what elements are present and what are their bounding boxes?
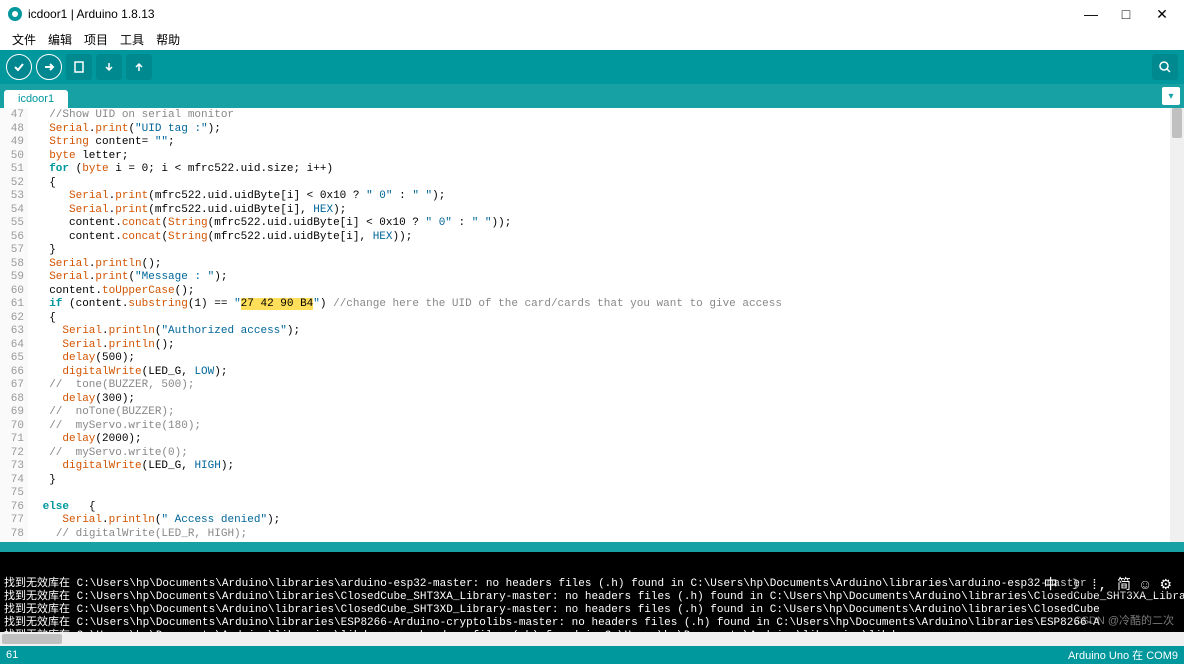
titlebar: icdoor1 | Arduino 1.8.13 — □ ✕ bbox=[0, 0, 1184, 28]
menubar: 文件 编辑 项目 工具 帮助 bbox=[0, 28, 1184, 50]
open-button[interactable] bbox=[96, 54, 122, 80]
tabbar: icdoor1 ▾ bbox=[0, 84, 1184, 108]
menu-help[interactable]: 帮助 bbox=[152, 31, 184, 48]
menu-edit[interactable]: 编辑 bbox=[44, 31, 76, 48]
window-title: icdoor1 | Arduino 1.8.13 bbox=[28, 7, 1084, 21]
close-button[interactable]: ✕ bbox=[1156, 8, 1168, 20]
minimize-button[interactable]: — bbox=[1084, 8, 1096, 20]
status-line-number: 61 bbox=[6, 649, 18, 661]
ime-punct-icon[interactable]: ⁞, bbox=[1090, 580, 1107, 593]
ime-gear-icon[interactable]: ⚙ bbox=[1159, 580, 1172, 593]
console-output[interactable]: 找到无效库在 C:\Users\hp\Documents\Arduino\lib… bbox=[0, 552, 1184, 632]
app-icon bbox=[8, 7, 22, 21]
window-controls: — □ ✕ bbox=[1084, 8, 1168, 20]
status-board-port: Arduino Uno 在 COM9 bbox=[1068, 647, 1178, 663]
ime-lang-icon[interactable]: 中 bbox=[1044, 580, 1058, 593]
menu-file[interactable]: 文件 bbox=[8, 31, 40, 48]
ime-face-icon[interactable]: ☺ bbox=[1141, 580, 1149, 593]
ime-overlay: 中 ☽ ⁞, 简 ☺ ⚙ bbox=[1040, 578, 1176, 595]
horizontal-scrollbar[interactable] bbox=[0, 632, 1184, 646]
statusbar: 61 Arduino Uno 在 COM9 bbox=[0, 646, 1184, 664]
menu-tools[interactable]: 工具 bbox=[116, 31, 148, 48]
menu-sketch[interactable]: 项目 bbox=[80, 31, 112, 48]
upload-button[interactable] bbox=[36, 54, 62, 80]
ime-moon-icon[interactable]: ☽ bbox=[1068, 580, 1081, 593]
ime-simp-icon[interactable]: 简 bbox=[1117, 580, 1131, 593]
scroll-thumb[interactable] bbox=[1172, 108, 1182, 138]
maximize-button[interactable]: □ bbox=[1120, 8, 1132, 20]
serial-monitor-button[interactable] bbox=[1152, 54, 1178, 80]
new-button[interactable] bbox=[66, 54, 92, 80]
verify-button[interactable] bbox=[6, 54, 32, 80]
console-divider[interactable] bbox=[0, 542, 1184, 552]
toolbar bbox=[0, 50, 1184, 84]
tab-icdoor1[interactable]: icdoor1 bbox=[4, 90, 68, 108]
hscroll-thumb[interactable] bbox=[2, 634, 62, 644]
save-button[interactable] bbox=[126, 54, 152, 80]
tab-menu-button[interactable]: ▾ bbox=[1162, 87, 1180, 105]
vertical-scrollbar[interactable] bbox=[1170, 108, 1184, 542]
code-area[interactable]: //Show UID on serial monitor Serial.prin… bbox=[34, 108, 1170, 542]
editor[interactable]: 4748495051525354555657585960616263646566… bbox=[0, 108, 1184, 542]
line-gutter: 4748495051525354555657585960616263646566… bbox=[0, 108, 28, 542]
